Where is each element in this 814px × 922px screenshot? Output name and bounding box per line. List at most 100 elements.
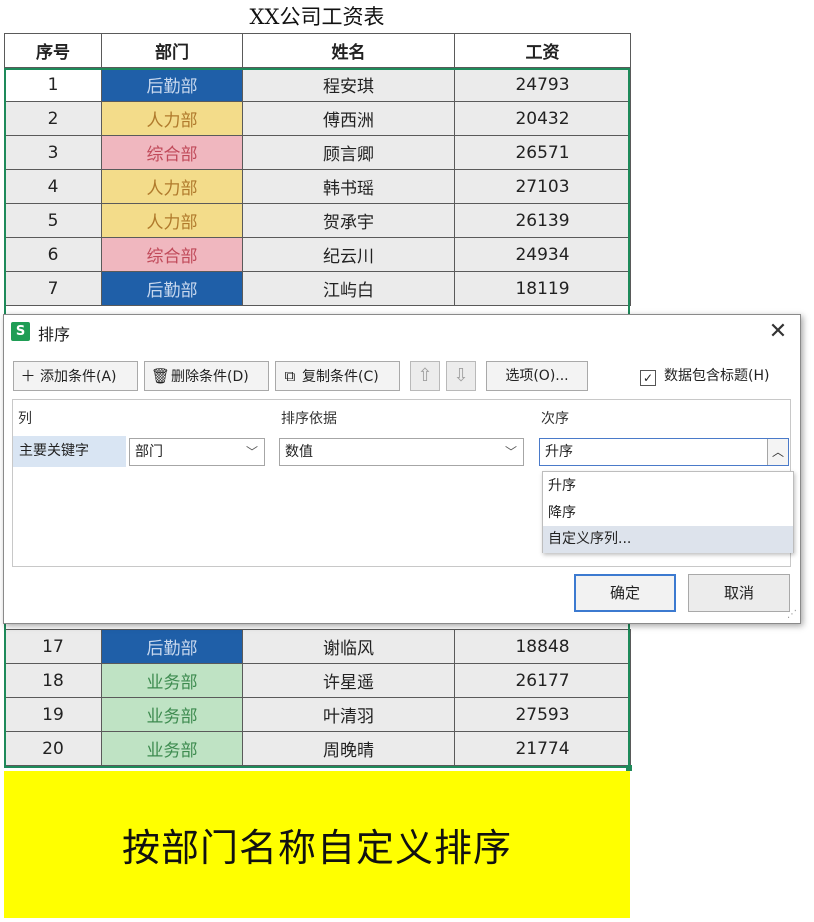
- salary-table: 序号 部门 姓名 工资 1 后勤部 程安琪 24793 2 人力部 傅西洲 20432 3 综合部…: [4, 33, 631, 306]
- delete-condition-button[interactable]: 🗑删除条件(D): [144, 361, 269, 391]
- table-row: 7 后勤部 江屿白 18119: [4, 271, 631, 306]
- dept-cell[interactable]: 业务部: [101, 731, 243, 766]
- dept-cell[interactable]: 人力部: [101, 203, 243, 238]
- dept-cell[interactable]: 业务部: [101, 663, 243, 698]
- salary-cell[interactable]: 18119: [454, 271, 631, 306]
- row-number-cell[interactable]: 2: [4, 101, 102, 136]
- salary-cell[interactable]: 27593: [454, 697, 631, 732]
- row-number-cell[interactable]: 3: [4, 135, 102, 170]
- order-select-value: 升序: [545, 444, 573, 460]
- col-header-sort-on: 排序依据: [281, 411, 337, 427]
- primary-key-label: 主要关键字: [13, 436, 126, 467]
- table-row: 18 业务部 许星遥 26177: [4, 663, 631, 698]
- sort-dialog: S 排序 ✕ ＋添加条件(A) 🗑删除条件(D) ⧉ 复制条件(C) ⇧ ⇩ 选项…: [3, 314, 801, 624]
- cancel-button[interactable]: 取消: [688, 574, 790, 612]
- header-cell-num[interactable]: 序号: [4, 33, 102, 68]
- caption-banner: 按部门名称自定义排序: [4, 771, 630, 918]
- name-cell[interactable]: 周晚晴: [242, 731, 455, 766]
- name-cell[interactable]: 韩书瑶: [242, 169, 455, 204]
- sort-on-select[interactable]: 数值 ﹀: [279, 438, 524, 466]
- salary-cell[interactable]: 27103: [454, 169, 631, 204]
- name-cell[interactable]: 程安琪: [242, 67, 455, 102]
- salary-cell[interactable]: 20432: [454, 101, 631, 136]
- row-number-cell[interactable]: 7: [4, 271, 102, 306]
- add-condition-label: 添加条件(A): [40, 369, 117, 385]
- row-number-cell[interactable]: 1: [4, 67, 102, 102]
- row-number-cell[interactable]: 18: [4, 663, 102, 698]
- delete-condition-label: 删除条件(D): [171, 369, 249, 385]
- dialog-titlebar[interactable]: S 排序 ✕: [4, 315, 800, 349]
- close-icon[interactable]: ✕: [764, 318, 792, 346]
- table-row: 3 综合部 顾言卿 26571: [4, 135, 631, 170]
- ok-button[interactable]: 确定: [574, 574, 676, 612]
- order-select[interactable]: 升序 ︿: [539, 438, 789, 466]
- row-number-cell[interactable]: 19: [4, 697, 102, 732]
- header-cell-name[interactable]: 姓名: [242, 33, 455, 68]
- order-dropdown-list: 升序 降序 自定义序列...: [542, 471, 794, 553]
- salary-cell[interactable]: 18848: [454, 629, 631, 664]
- salary-cell[interactable]: 24793: [454, 67, 631, 102]
- table-row: 4 人力部 韩书瑶 27103: [4, 169, 631, 204]
- name-cell[interactable]: 叶清羽: [242, 697, 455, 732]
- trash-icon: 🗑: [151, 367, 171, 385]
- dept-cell[interactable]: 后勤部: [101, 629, 243, 664]
- order-option-ascending[interactable]: 升序: [543, 473, 793, 500]
- name-cell[interactable]: 纪云川: [242, 237, 455, 272]
- row-number-cell[interactable]: 6: [4, 237, 102, 272]
- chevron-up-icon[interactable]: ︿: [767, 439, 788, 465]
- salary-cell[interactable]: 26571: [454, 135, 631, 170]
- table-row: 1 后勤部 程安琪 24793: [4, 67, 631, 102]
- name-cell[interactable]: 许星遥: [242, 663, 455, 698]
- name-cell[interactable]: 谢临风: [242, 629, 455, 664]
- row-number-cell[interactable]: 5: [4, 203, 102, 238]
- table-row: 2 人力部 傅西洲 20432: [4, 101, 631, 136]
- col-header-column: 列: [18, 411, 32, 427]
- copy-condition-button[interactable]: ⧉ 复制条件(C): [275, 361, 400, 391]
- add-condition-button[interactable]: ＋添加条件(A): [13, 361, 138, 391]
- column-select[interactable]: 部门 ﹀: [129, 438, 265, 466]
- dept-cell[interactable]: 综合部: [101, 135, 243, 170]
- dept-cell[interactable]: 综合部: [101, 237, 243, 272]
- dept-cell[interactable]: 人力部: [101, 101, 243, 136]
- table-row: 19 业务部 叶清羽 27593: [4, 697, 631, 732]
- dialog-title: 排序: [38, 325, 71, 344]
- arrow-up-icon[interactable]: ⇧: [410, 361, 440, 391]
- dept-cell[interactable]: 后勤部: [101, 67, 243, 102]
- salary-cell[interactable]: 26139: [454, 203, 631, 238]
- chevron-down-icon: ﹀: [245, 445, 258, 459]
- header-row: 序号 部门 姓名 工资: [4, 33, 631, 68]
- plus-icon: ＋: [20, 367, 36, 385]
- sheet-title: XX公司工资表: [249, 5, 385, 29]
- order-option-descending[interactable]: 降序: [543, 500, 793, 527]
- name-cell[interactable]: 江屿白: [242, 271, 455, 306]
- table-row: 17 后勤部 谢临风 18848: [4, 629, 631, 664]
- dept-cell[interactable]: 业务部: [101, 697, 243, 732]
- sort-conditions-grid: 列 排序依据 次序 主要关键字 部门 ﹀ 数值 ﹀ 升序 ︿ 升序 降序 自定义…: [12, 399, 794, 567]
- col-header-order: 次序: [541, 411, 569, 427]
- has-header-checkbox[interactable]: ✓ 数据包含标题(H): [640, 365, 769, 386]
- table-row: 20 业务部 周晚晴 21774: [4, 731, 631, 766]
- checkbox-checked-icon[interactable]: ✓: [640, 370, 656, 386]
- row-number-cell[interactable]: 4: [4, 169, 102, 204]
- header-cell-dept[interactable]: 部门: [101, 33, 243, 68]
- salary-cell[interactable]: 21774: [454, 731, 631, 766]
- name-cell[interactable]: 傅西洲: [242, 101, 455, 136]
- dept-cell[interactable]: 后勤部: [101, 271, 243, 306]
- resize-grip-icon[interactable]: ⋰: [787, 609, 797, 620]
- sort-on-select-value: 数值: [285, 444, 313, 460]
- copy-icon: ⧉: [284, 367, 296, 385]
- salary-cell[interactable]: 24934: [454, 237, 631, 272]
- header-cell-salary[interactable]: 工资: [454, 33, 631, 68]
- name-cell[interactable]: 顾言卿: [242, 135, 455, 170]
- row-number-cell[interactable]: 20: [4, 731, 102, 766]
- order-option-custom-list[interactable]: 自定义序列...: [543, 526, 793, 553]
- row-number-cell[interactable]: 17: [4, 629, 102, 664]
- options-button[interactable]: 选项(O)...: [486, 361, 588, 391]
- table-row: 6 综合部 纪云川 24934: [4, 237, 631, 272]
- table-row: 5 人力部 贺承宇 26139: [4, 203, 631, 238]
- salary-cell[interactable]: 26177: [454, 663, 631, 698]
- salary-table-lower: 17 后勤部 谢临风 18848 18 业务部 许星遥 26177 19 业务部 叶清羽 27593 2…: [4, 629, 631, 766]
- dept-cell[interactable]: 人力部: [101, 169, 243, 204]
- arrow-down-icon[interactable]: ⇩: [446, 361, 476, 391]
- name-cell[interactable]: 贺承宇: [242, 203, 455, 238]
